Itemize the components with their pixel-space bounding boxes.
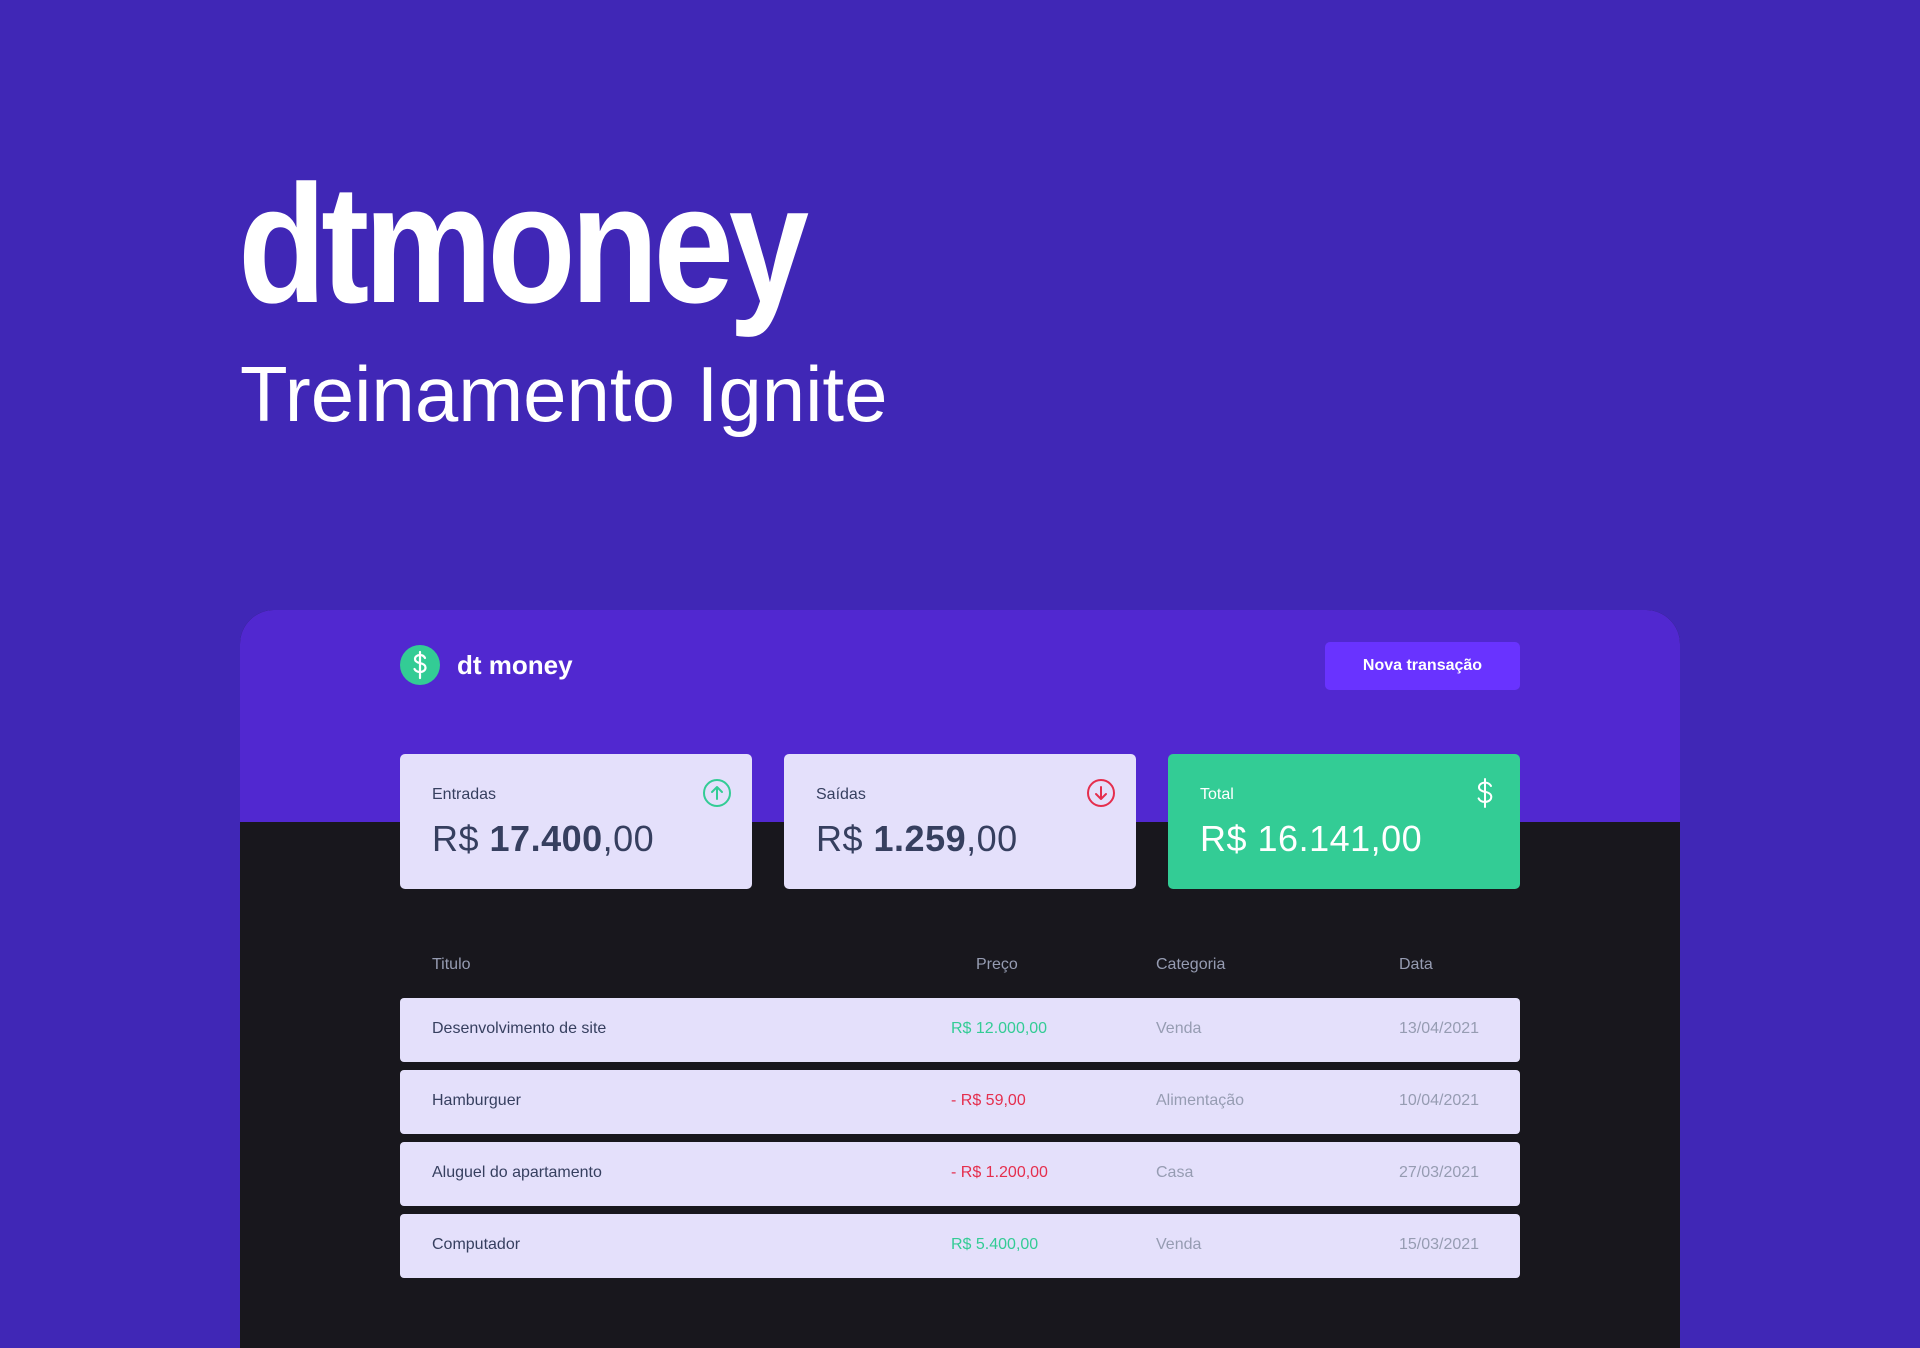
transaction-title: Hamburguer xyxy=(432,1092,521,1109)
transaction-date: 10/04/2021 xyxy=(1399,1092,1480,1109)
header-price: Preço xyxy=(976,956,1018,973)
transaction-title: Aluguel do apartamento xyxy=(432,1164,602,1181)
table-row: Hamburguer - R$ 59,00 Alimentação 10/04/… xyxy=(400,1070,1520,1134)
income-main-value: 17.400 xyxy=(489,818,603,859)
total-card: Total R$ 16.141,00 xyxy=(1168,754,1520,889)
transaction-price: R$ 5.400,00 xyxy=(951,1236,1039,1253)
dollar-icon xyxy=(1477,778,1493,808)
table-row: Computador R$ 5.400,00 Venda 15/03/2021 xyxy=(400,1214,1520,1278)
summary-cards: Entradas R$ 17.400,00 Saídas R$ 1.259,00… xyxy=(400,754,1520,889)
transaction-category: Venda xyxy=(1156,1020,1202,1037)
income-prefix: R$ xyxy=(432,818,490,859)
transaction-price: - R$ 1.200,00 xyxy=(951,1164,1048,1181)
table-row: Desenvolvimento de site R$ 12.000,00 Ven… xyxy=(400,998,1520,1062)
dollar-circle-icon xyxy=(400,645,440,685)
transaction-price: - R$ 59,00 xyxy=(951,1092,1026,1109)
income-card: Entradas R$ 17.400,00 xyxy=(400,754,752,889)
income-cents-value: ,00 xyxy=(602,818,655,859)
new-transaction-button[interactable]: Nova transação xyxy=(1325,642,1520,690)
transaction-price: R$ 12.000,00 xyxy=(951,1020,1048,1037)
hero-title: dtmoney xyxy=(238,150,809,338)
transaction-date: 27/03/2021 xyxy=(1399,1164,1480,1181)
transaction-date: 13/04/2021 xyxy=(1399,1020,1480,1037)
outcome-value: R$ 1.259,00 xyxy=(816,818,1104,860)
total-label: Total xyxy=(1200,786,1234,803)
header-title: Titulo xyxy=(432,956,471,973)
outcome-card: Saídas R$ 1.259,00 xyxy=(784,754,1136,889)
outcome-main-value: 1.259 xyxy=(873,818,967,859)
header-category: Categoria xyxy=(1156,956,1226,973)
arrow-up-circle-icon xyxy=(703,779,731,807)
transaction-date: 15/03/2021 xyxy=(1399,1236,1480,1253)
outcome-cents-value: ,00 xyxy=(966,818,1018,859)
income-value: R$ 17.400,00 xyxy=(432,818,720,860)
outcome-label: Saídas xyxy=(816,786,866,803)
transaction-category: Venda xyxy=(1156,1236,1202,1253)
transaction-category: Alimentação xyxy=(1156,1092,1245,1109)
transactions-table-header: Titulo Preço Categoria Data xyxy=(400,956,1520,980)
total-value: R$ 16.141,00 xyxy=(1200,818,1423,859)
outcome-prefix: R$ xyxy=(816,818,874,859)
transaction-title: Computador xyxy=(432,1236,521,1253)
table-row: Aluguel do apartamento - R$ 1.200,00 Cas… xyxy=(400,1142,1520,1206)
hero-subtitle: Treinamento Ignite xyxy=(240,350,888,438)
header-date: Data xyxy=(1399,956,1433,973)
app-window: dt money Nova transação Entradas R$ 17.4… xyxy=(240,610,1680,1348)
brand-name: dt money xyxy=(457,649,573,680)
arrow-down-circle-icon xyxy=(1087,779,1115,807)
app-logo: dt money xyxy=(400,645,573,685)
income-label: Entradas xyxy=(432,786,497,803)
transaction-title: Desenvolvimento de site xyxy=(432,1020,607,1037)
transaction-category: Casa xyxy=(1156,1164,1194,1181)
